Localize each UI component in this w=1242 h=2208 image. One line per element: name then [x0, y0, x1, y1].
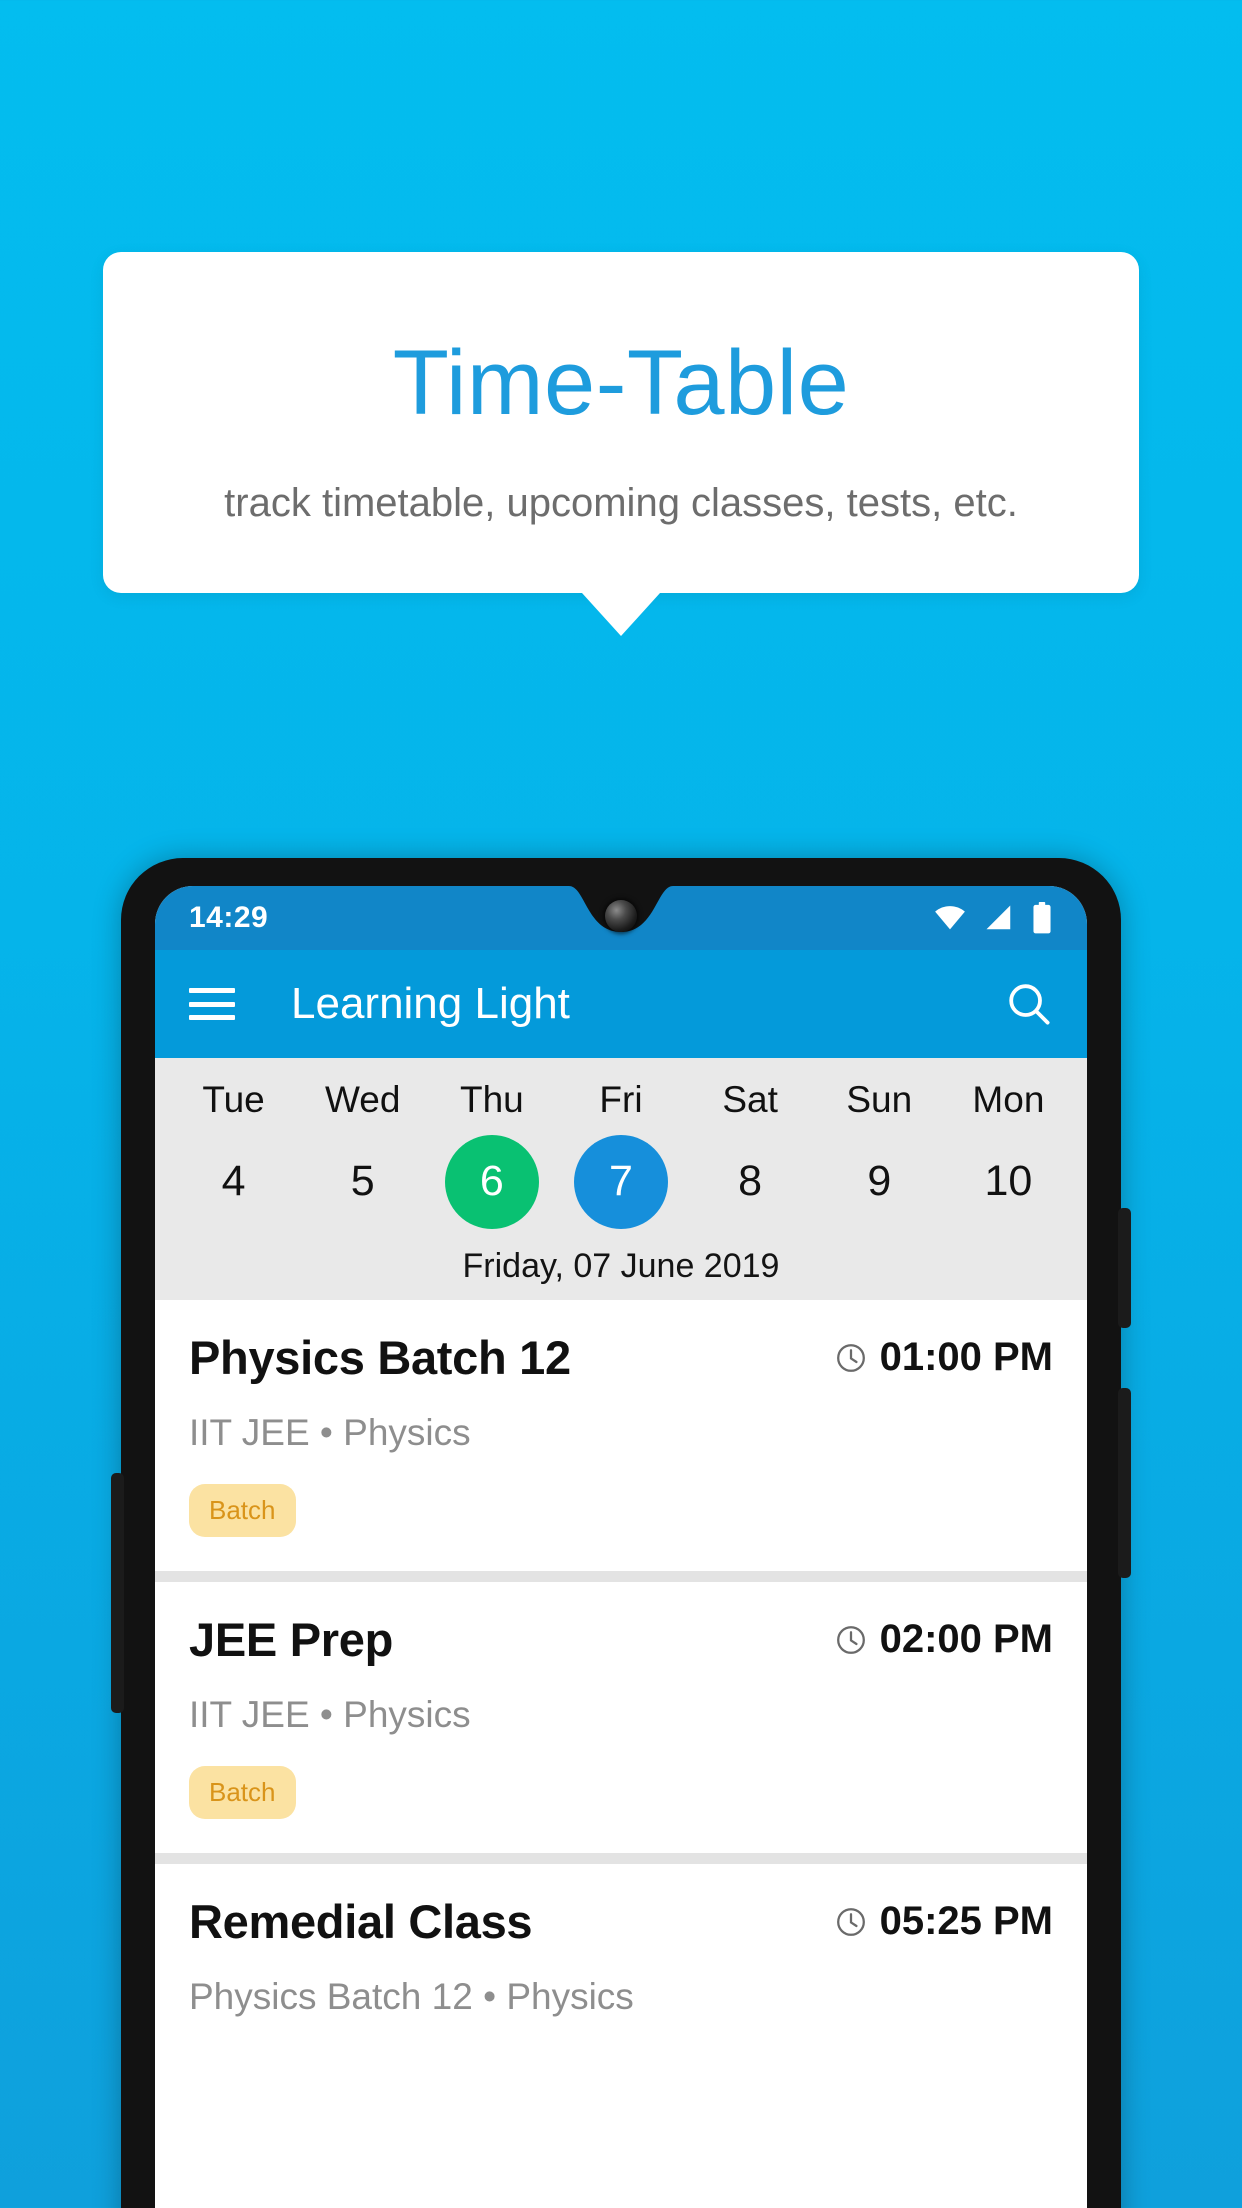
promo-title: Time-Table: [392, 332, 850, 434]
weekday-label: Wed: [325, 1079, 401, 1120]
weekday-label: Sun: [846, 1079, 913, 1120]
card-header: Physics Batch 12 01:00 PM: [189, 1330, 1053, 1385]
list-item[interactable]: JEE Prep 02:00 PM IIT JEE • Physics Batc…: [155, 1581, 1087, 1853]
class-time: 05:25 PM: [879, 1899, 1053, 1944]
app-title: Learning Light: [291, 979, 570, 1028]
status-bar-icons: [933, 901, 1053, 935]
class-time-group: 02:00 PM: [835, 1617, 1053, 1662]
search-icon[interactable]: [1005, 980, 1053, 1028]
app-bar: Learning Light: [155, 950, 1087, 1058]
signal-icon: [986, 905, 1011, 930]
wifi-icon: [935, 906, 965, 930]
status-bar-clock: 14:29: [189, 901, 269, 934]
card-header: JEE Prep 02:00 PM: [189, 1612, 1053, 1667]
bubble-tail-icon: [582, 593, 660, 636]
weekday-labels-row: Tue Wed Thu Fri Sat Sun Mon: [155, 1079, 1087, 1121]
selected-date-label: Friday, 07 June 2019: [462, 1246, 780, 1285]
date-number-selected: 7: [573, 1134, 668, 1229]
status-bar: 14:29: [155, 886, 1087, 950]
class-title: Physics Batch 12: [189, 1330, 571, 1384]
class-title: Remedial Class: [189, 1894, 533, 1948]
date-cell-fri[interactable]: 7: [556, 1134, 685, 1229]
weekday-label: Thu: [459, 1079, 524, 1120]
class-list: Physics Batch 12 01:00 PM IIT JEE • Phys…: [155, 1299, 1087, 2052]
date-number: 10: [984, 1157, 1033, 1206]
class-time: 01:00 PM: [879, 1335, 1053, 1380]
list-item[interactable]: Remedial Class 05:25 PM Physics Batch 12…: [155, 1863, 1087, 2052]
date-strip: Tue Wed Thu Fri Sat Sun Mon 4 5 6 7 8 9 …: [155, 1058, 1087, 1300]
phone-mockup: 14:29 Learning Light Tue Wed Thu Fri Sat…: [111, 858, 1131, 2208]
class-time-group: 05:25 PM: [835, 1899, 1053, 1944]
promo-callout-bubble: Time-Table track timetable, upcoming cla…: [103, 252, 1139, 636]
phone-sim-tray: [111, 1473, 124, 1713]
status-badge: Batch: [189, 1483, 296, 1537]
class-subtitle: IIT JEE • Physics: [189, 1693, 471, 1735]
date-number: 5: [350, 1157, 375, 1206]
clock-icon: [836, 1907, 865, 1936]
date-number: 9: [867, 1157, 892, 1206]
status-badge: Batch: [189, 1765, 296, 1819]
card-header: Remedial Class 05:25 PM: [189, 1894, 1053, 1949]
date-cell-thu[interactable]: 6: [427, 1134, 556, 1229]
phone-volume-button: [1118, 1388, 1131, 1578]
phone-screen: 14:29 Learning Light Tue Wed Thu Fri Sat…: [155, 886, 1087, 2208]
date-cell-tue[interactable]: 4: [169, 1135, 298, 1229]
date-number: 4: [221, 1157, 246, 1206]
weekday-label: Mon: [972, 1079, 1045, 1120]
battery-icon: [1033, 902, 1051, 934]
weekday-label: Fri: [599, 1079, 643, 1120]
list-item[interactable]: Physics Batch 12 01:00 PM IIT JEE • Phys…: [155, 1299, 1087, 1571]
date-number-today: 6: [444, 1134, 539, 1229]
promo-subtitle: track timetable, upcoming classes, tests…: [224, 481, 1018, 525]
weekday-label: Sat: [722, 1079, 778, 1120]
hamburger-menu-icon[interactable]: [189, 988, 235, 1020]
class-title: JEE Prep: [189, 1612, 393, 1666]
date-numbers-row: 4 5 6 7 8 9 10: [155, 1134, 1087, 1229]
date-cell-sun[interactable]: 9: [815, 1135, 944, 1229]
date-cell-wed[interactable]: 5: [298, 1135, 427, 1229]
front-camera-icon: [605, 900, 637, 932]
class-subtitle: IIT JEE • Physics: [189, 1411, 471, 1453]
class-time: 02:00 PM: [879, 1617, 1053, 1662]
clock-icon: [836, 1625, 865, 1654]
date-cell-sat[interactable]: 8: [686, 1135, 815, 1229]
weekday-label: Tue: [202, 1079, 265, 1120]
date-number: 8: [738, 1157, 763, 1206]
class-subtitle: Physics Batch 12 • Physics: [189, 1975, 634, 2017]
date-cell-mon[interactable]: 10: [944, 1135, 1073, 1229]
clock-icon: [836, 1343, 865, 1372]
class-time-group: 01:00 PM: [835, 1335, 1053, 1380]
phone-power-button: [1118, 1208, 1131, 1328]
